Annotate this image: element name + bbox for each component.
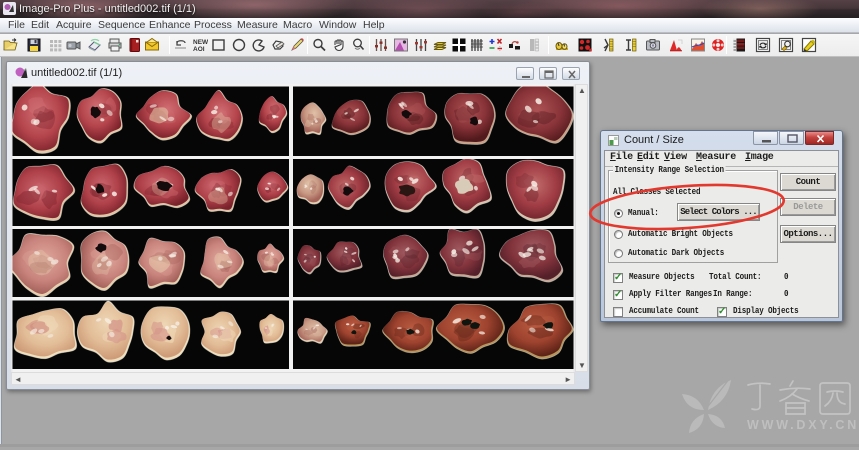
svg-text:NEW: NEW xyxy=(193,39,208,46)
svg-text:AOI: AOI xyxy=(193,46,205,53)
svg-text:WWW.DXY.CN: WWW.DXY.CN xyxy=(747,418,859,432)
